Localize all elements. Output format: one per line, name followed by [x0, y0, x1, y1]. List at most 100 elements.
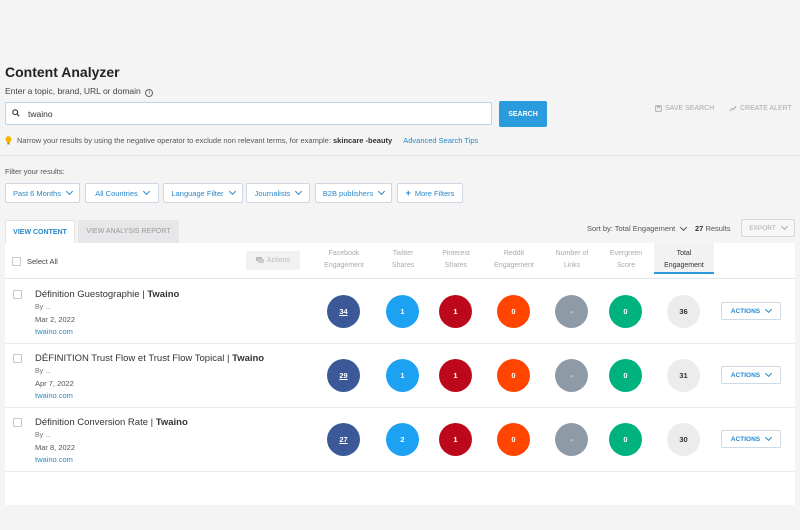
filter-countries[interactable]: All Countries [85, 183, 159, 203]
article-domain[interactable]: twaino.com [35, 391, 73, 400]
evergreen-score-value: 0 [609, 295, 642, 328]
chevron-down-icon [765, 305, 773, 314]
table-row: Définition Guestographie | Twaino By ...… [5, 280, 795, 344]
subtitle-text: Enter a topic, brand, URL or domain [5, 86, 141, 96]
info-icon[interactable]: i [145, 89, 154, 97]
more-filters-button[interactable]: + More Filters [397, 183, 463, 203]
row-checkbox[interactable] [13, 354, 22, 363]
chevron-down-icon [765, 369, 773, 378]
col-pinterest-shares[interactable]: Pinterest Shares [426, 248, 486, 272]
row-actions-button[interactable]: ACTIONS [721, 302, 781, 320]
links-value: - [555, 295, 588, 328]
table-row: Définition Conversion Rate | Twaino By .… [5, 408, 795, 472]
chevron-down-icon [228, 187, 236, 196]
row-actions-button[interactable]: ACTIONS [721, 430, 781, 448]
twitter-shares-value: 2 [386, 423, 419, 456]
search-tip: Narrow your results by using the negativ… [5, 136, 478, 145]
col-twitter-shares[interactable]: Twitter Shares [373, 248, 433, 272]
trend-icon [729, 105, 737, 112]
article-date: Mar 8, 2022 [35, 443, 76, 452]
facebook-engagement-value[interactable]: 27 [327, 423, 360, 456]
chevron-down-icon [142, 187, 150, 196]
lightbulb-icon [5, 136, 12, 145]
article-date: Apr 7, 2022 [35, 379, 74, 388]
article-date: Mar 2, 2022 [35, 315, 76, 324]
row-checkbox[interactable] [13, 290, 22, 299]
plus-icon: + [405, 188, 411, 198]
reddit-engagement-value: 0 [497, 359, 530, 392]
article-domain[interactable]: twaino.com [35, 327, 73, 336]
article-title[interactable]: DÉFINITION Trust Flow et Trust Flow Topi… [35, 353, 264, 364]
article-author: By ... [35, 368, 51, 375]
filter-language[interactable]: Language Filter [163, 183, 243, 203]
chevron-down-icon [378, 187, 386, 196]
row-actions-button[interactable]: ACTIONS [721, 366, 781, 384]
sort-dropdown[interactable]: Sort by: Total Engagement [587, 223, 688, 233]
table-header: Select All Actions Facebook Engagement Tw… [5, 243, 795, 279]
divider [0, 155, 800, 156]
article-author: By ... [35, 432, 51, 439]
evergreen-score-value: 0 [609, 423, 642, 456]
col-facebook-engagement[interactable]: Facebook Engagement [314, 248, 374, 272]
results-table: Select All Actions Facebook Engagement Tw… [5, 243, 795, 505]
page-title: Content Analyzer [5, 64, 120, 80]
table-row: DÉFINITION Trust Flow et Trust Flow Topi… [5, 344, 795, 408]
export-button[interactable]: EXPORT [741, 219, 795, 237]
search-button[interactable]: SEARCH [499, 101, 547, 127]
tip-text: Narrow your results by using the negativ… [17, 136, 393, 145]
filter-b2b-publishers[interactable]: B2B publishers [315, 183, 392, 203]
chevron-down-icon [65, 187, 74, 196]
col-reddit-engagement[interactable]: Reddit Engagement [484, 248, 544, 272]
chat-icon [256, 257, 265, 263]
filter-date-range[interactable]: Past 6 Months [5, 183, 80, 203]
twitter-shares-value: 1 [386, 359, 419, 392]
filter-label: Filter your results: [5, 167, 65, 176]
tab-view-analysis-report[interactable]: VIEW ANALYSIS REPORT [78, 220, 179, 243]
facebook-engagement-value[interactable]: 29 [327, 359, 360, 392]
create-alert-label: CREATE ALERT [740, 105, 792, 112]
row-checkbox[interactable] [13, 418, 22, 427]
select-all-label: Select All [27, 257, 58, 266]
pinterest-shares-value: 1 [439, 423, 472, 456]
search-icon [12, 109, 20, 117]
advanced-search-tips-link[interactable]: Advanced Search Tips [403, 136, 478, 145]
col-number-of-links[interactable]: Number of Links [542, 248, 602, 272]
save-search-label: SAVE SEARCH [665, 105, 715, 112]
chevron-down-icon [780, 222, 788, 231]
reddit-engagement-value: 0 [497, 295, 530, 328]
article-title[interactable]: Définition Guestographie | Twaino [35, 289, 179, 300]
tab-view-content[interactable]: VIEW CONTENT [5, 220, 75, 243]
pinterest-shares-value: 1 [439, 295, 472, 328]
reddit-engagement-value: 0 [497, 423, 530, 456]
filter-journalists[interactable]: Journalists [246, 183, 310, 203]
total-engagement-value: 30 [667, 423, 700, 456]
twitter-shares-value: 1 [386, 295, 419, 328]
tip-example: skincare -beauty [333, 136, 393, 145]
select-all-checkbox[interactable] [12, 257, 21, 266]
total-engagement-value: 31 [667, 359, 700, 392]
save-icon [655, 105, 662, 112]
bulk-actions-button[interactable]: Actions [246, 251, 300, 270]
create-alert-button[interactable]: CREATE ALERT [729, 105, 792, 112]
page-subtitle: Enter a topic, brand, URL or domain i [5, 86, 154, 97]
links-value: - [555, 423, 588, 456]
content-analyzer-page: Content Analyzer Enter a topic, brand, U… [0, 0, 800, 530]
chevron-down-icon [765, 433, 773, 442]
search-box [5, 102, 492, 125]
facebook-engagement-value[interactable]: 34 [327, 295, 360, 328]
evergreen-score-value: 0 [609, 359, 642, 392]
col-total-engagement[interactable]: Total Engagement [654, 243, 714, 274]
chevron-down-icon [680, 223, 688, 231]
total-engagement-value: 36 [667, 295, 700, 328]
chevron-down-icon [295, 187, 303, 196]
pinterest-shares-value: 1 [439, 359, 472, 392]
article-title[interactable]: Définition Conversion Rate | Twaino [35, 417, 188, 428]
article-domain[interactable]: twaino.com [35, 455, 73, 464]
save-search-button[interactable]: SAVE SEARCH [655, 105, 714, 112]
results-count: 27 Results [695, 224, 731, 233]
sort-label: Sort by: Total Engagement [587, 224, 676, 233]
links-value: - [555, 359, 588, 392]
col-evergreen-score[interactable]: Evergreen Score [596, 248, 656, 272]
search-input[interactable] [28, 106, 478, 122]
article-author: By ... [35, 304, 51, 311]
